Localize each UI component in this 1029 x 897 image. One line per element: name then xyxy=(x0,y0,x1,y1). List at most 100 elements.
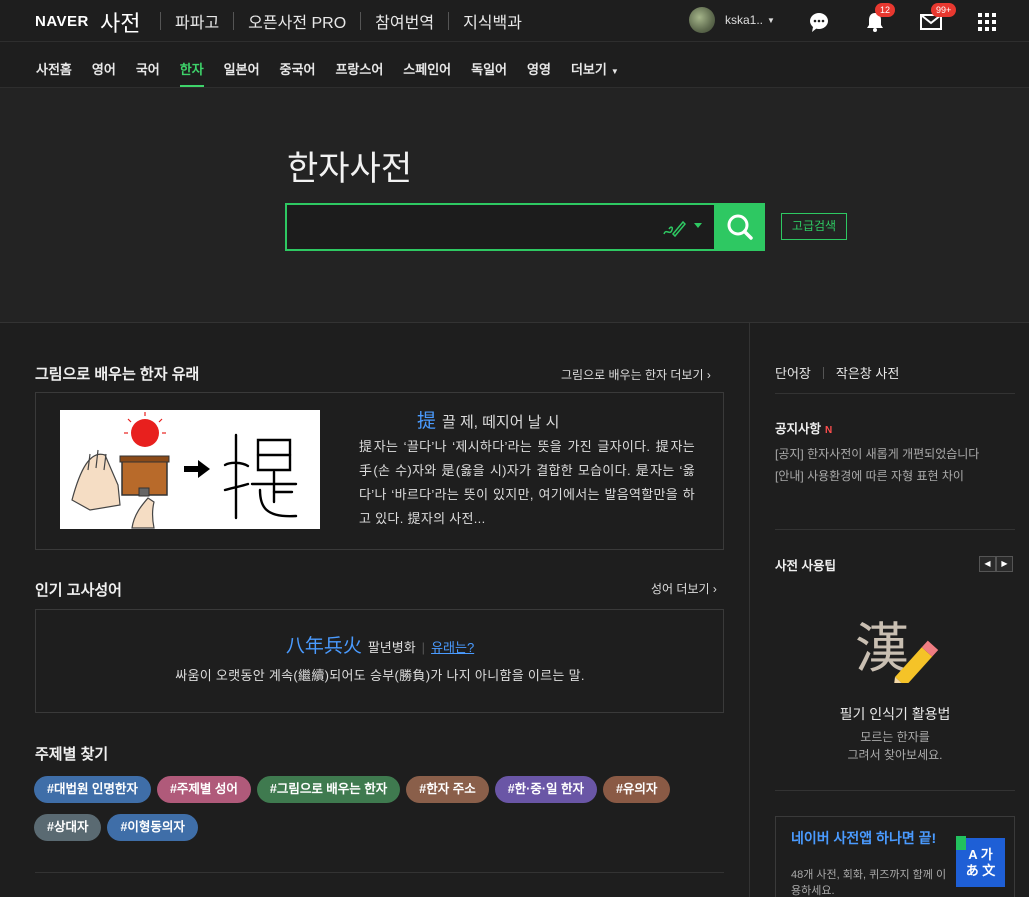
sidebar-divider xyxy=(775,393,1015,394)
new-badge: N xyxy=(825,425,833,436)
mini-dictionary-link[interactable]: 작은창 사전 xyxy=(836,363,899,382)
username[interactable]: kska1.. xyxy=(725,13,763,27)
bookmark-flag-icon xyxy=(956,836,966,850)
notice-title: 공지사항 N xyxy=(775,418,832,437)
nav-papago[interactable]: 파파고 xyxy=(171,9,223,33)
cat-more[interactable]: 더보기 ▼ xyxy=(571,59,619,87)
idiom-origin-link[interactable]: 유래는? xyxy=(431,640,474,655)
notice-item[interactable]: [안내] 사용환경에 따른 자형 표현 차이 xyxy=(775,467,1015,484)
notice-item[interactable]: [공지] 한자사전이 새롭게 개편되었습니다 xyxy=(775,445,1015,462)
main-content: 그림으로 배우는 한자 유래 그림으로 배우는 한자 더보기 › 提 끌 제, … xyxy=(0,323,1029,897)
page-title: 한자사전 xyxy=(287,150,413,188)
apps-grid-icon[interactable] xyxy=(975,10,999,34)
cat-japanese[interactable]: 일본어 xyxy=(224,59,260,87)
dictionary-app-icon[interactable]: A 가 あ 文 xyxy=(956,836,1005,887)
search-icon[interactable] xyxy=(716,203,765,251)
idiom-reading: 팔년병화 xyxy=(367,640,416,655)
mail-icon[interactable]: 99+ xyxy=(919,3,957,34)
idiom-more-link[interactable]: 성어 더보기 › xyxy=(651,580,717,597)
cat-hanja[interactable]: 한자 xyxy=(179,59,204,87)
idiom-hanja[interactable]: 八年兵火 xyxy=(286,636,362,657)
handwriting-tip-illustration: 漢 xyxy=(855,615,945,690)
column-divider xyxy=(749,323,750,897)
user-menu[interactable]: kska1.. ▼ xyxy=(689,7,775,33)
nav-translation[interactable]: 참여번역 xyxy=(371,9,438,33)
top-header: NAVER 사전 파파고 오픈사전 PRO 참여번역 지식백과 kska1.. … xyxy=(0,0,1029,42)
idiom-divider: | xyxy=(421,640,426,655)
search-hero: 한자사전 고급검색 xyxy=(0,88,1029,323)
theme-tag[interactable]: #한자 주소 xyxy=(406,776,489,803)
utility-links: 단어장 작은창 사전 xyxy=(775,363,899,382)
service-title[interactable]: 사전 xyxy=(100,6,140,38)
idiom-more-label[interactable]: 성어 더보기 xyxy=(651,582,710,596)
theme-tag[interactable]: #이형동의자 xyxy=(107,814,198,841)
picture-section-title: 그림으로 배우는 한자 유래 xyxy=(35,366,200,383)
app-promo-title[interactable]: 네이버 사전앱 하나면 끝! xyxy=(791,829,941,847)
caret-down-icon[interactable]: ▼ xyxy=(611,67,619,76)
handwriting-pen-icon[interactable] xyxy=(662,218,686,238)
section-divider xyxy=(35,872,724,873)
theme-tag[interactable]: #주제별 성어 xyxy=(156,776,251,803)
tip-title: 사전 사용팁 xyxy=(775,559,836,573)
cat-more-label[interactable]: 더보기 xyxy=(571,62,607,77)
avatar[interactable] xyxy=(689,7,715,33)
idiom-section-title: 인기 고사성어 xyxy=(35,582,122,599)
picture-hanja-description[interactable]: 提자는 ‘끌다’나 ‘제시하다’라는 뜻을 가진 글자이다. 提자는 手(손 수… xyxy=(359,435,695,531)
caret-down-icon[interactable]: ▼ xyxy=(767,16,775,25)
handwriting-caret-icon[interactable] xyxy=(694,223,702,228)
idiom-card[interactable]: 八年兵火 팔년병화 | 유래는? 싸움이 오랫동안 계속(繼續)되어도 승부(勝負)가… xyxy=(35,609,724,713)
nav-divider xyxy=(160,12,161,30)
cat-english-english[interactable]: 영영 xyxy=(527,59,551,87)
theme-tag[interactable]: #대법원 인명한자 xyxy=(34,776,151,803)
picture-more-link[interactable]: 그림으로 배우는 한자 더보기 › xyxy=(561,366,711,383)
dictionary-category-nav: 사전홈 영어 국어 한자 일본어 중국어 프랑스어 스페인어 독일어 영영 더보… xyxy=(0,43,1029,88)
next-arrow-icon[interactable]: ▶ xyxy=(996,556,1013,572)
cat-german[interactable]: 독일어 xyxy=(471,59,507,87)
tip-description: 모르는 한자를 그려서 찾아보세요. xyxy=(775,728,1015,764)
tip-desc-line: 모르는 한자를 xyxy=(860,730,930,744)
theme-tag[interactable]: #한·중·일 한자 xyxy=(494,776,597,803)
chat-icon[interactable] xyxy=(807,10,831,34)
chevron-right-icon[interactable]: › xyxy=(713,582,717,596)
theme-tag-list: #대법원 인명한자 #주제별 성어 #그림으로 배우는 한자 #한자 주소 #한… xyxy=(34,776,724,852)
picture-more-label[interactable]: 그림으로 배우는 한자 더보기 xyxy=(561,368,703,382)
top-nav: 파파고 오픈사전 PRO 참여번역 지식백과 xyxy=(150,9,526,33)
notification-badge: 12 xyxy=(875,3,896,17)
sidebar-divider xyxy=(775,790,1015,791)
cat-spanish[interactable]: 스페인어 xyxy=(403,59,451,87)
picture-hanja-reading: 끌 제, 떼지어 날 시 xyxy=(442,414,560,431)
wordbook-link[interactable]: 단어장 xyxy=(775,363,811,382)
notice-title-label: 공지사항 xyxy=(775,422,822,436)
tip-desc-line: 그려서 찾아보세요. xyxy=(847,748,943,762)
app-promo-banner[interactable]: 네이버 사전앱 하나면 끝! 48개 사전, 회화, 퀴즈까지 함께 이용하세요… xyxy=(775,816,1015,897)
app-icon-bottom: あ 文 xyxy=(965,863,996,878)
picture-hanja-char[interactable]: 提 xyxy=(417,411,436,432)
chevron-right-icon[interactable]: › xyxy=(707,368,711,382)
hanja-origin-illustration[interactable] xyxy=(60,410,320,529)
advanced-search-button[interactable]: 고급검색 xyxy=(781,213,847,240)
theme-section-title: 주제별 찾기 xyxy=(35,746,109,763)
tip-pager: ◀ ▶ xyxy=(979,556,1013,572)
bell-icon[interactable]: 12 xyxy=(863,3,896,34)
cat-korean[interactable]: 국어 xyxy=(136,59,160,87)
sidebar-divider xyxy=(775,529,1015,530)
nav-divider xyxy=(360,12,362,30)
mail-badge: 99+ xyxy=(931,3,957,17)
tip-name[interactable]: 필기 인식기 활용법 xyxy=(775,704,1015,724)
cat-english[interactable]: 영어 xyxy=(92,59,116,87)
cat-french[interactable]: 프랑스어 xyxy=(335,59,383,87)
theme-tag[interactable]: #유의자 xyxy=(602,776,671,803)
nav-divider xyxy=(448,12,450,30)
nav-encyclopedia[interactable]: 지식백과 xyxy=(459,9,526,33)
nav-open-dictionary[interactable]: 오픈사전 PRO xyxy=(244,9,350,33)
naver-logo[interactable]: NAVER xyxy=(35,13,89,30)
search-input[interactable] xyxy=(285,203,716,251)
cat-chinese[interactable]: 중국어 xyxy=(280,59,316,87)
theme-tag[interactable]: #그림으로 배우는 한자 xyxy=(256,776,401,803)
previous-arrow-icon[interactable]: ◀ xyxy=(979,556,996,572)
theme-tag[interactable]: #상대자 xyxy=(34,814,102,841)
search-button[interactable] xyxy=(716,203,765,251)
cat-home[interactable]: 사전홈 xyxy=(36,59,72,87)
app-promo-description: 48개 사전, 회화, 퀴즈까지 함께 이용하세요. xyxy=(791,869,947,897)
idiom-heading: 八年兵火 팔년병화 | 유래는? xyxy=(36,631,724,658)
